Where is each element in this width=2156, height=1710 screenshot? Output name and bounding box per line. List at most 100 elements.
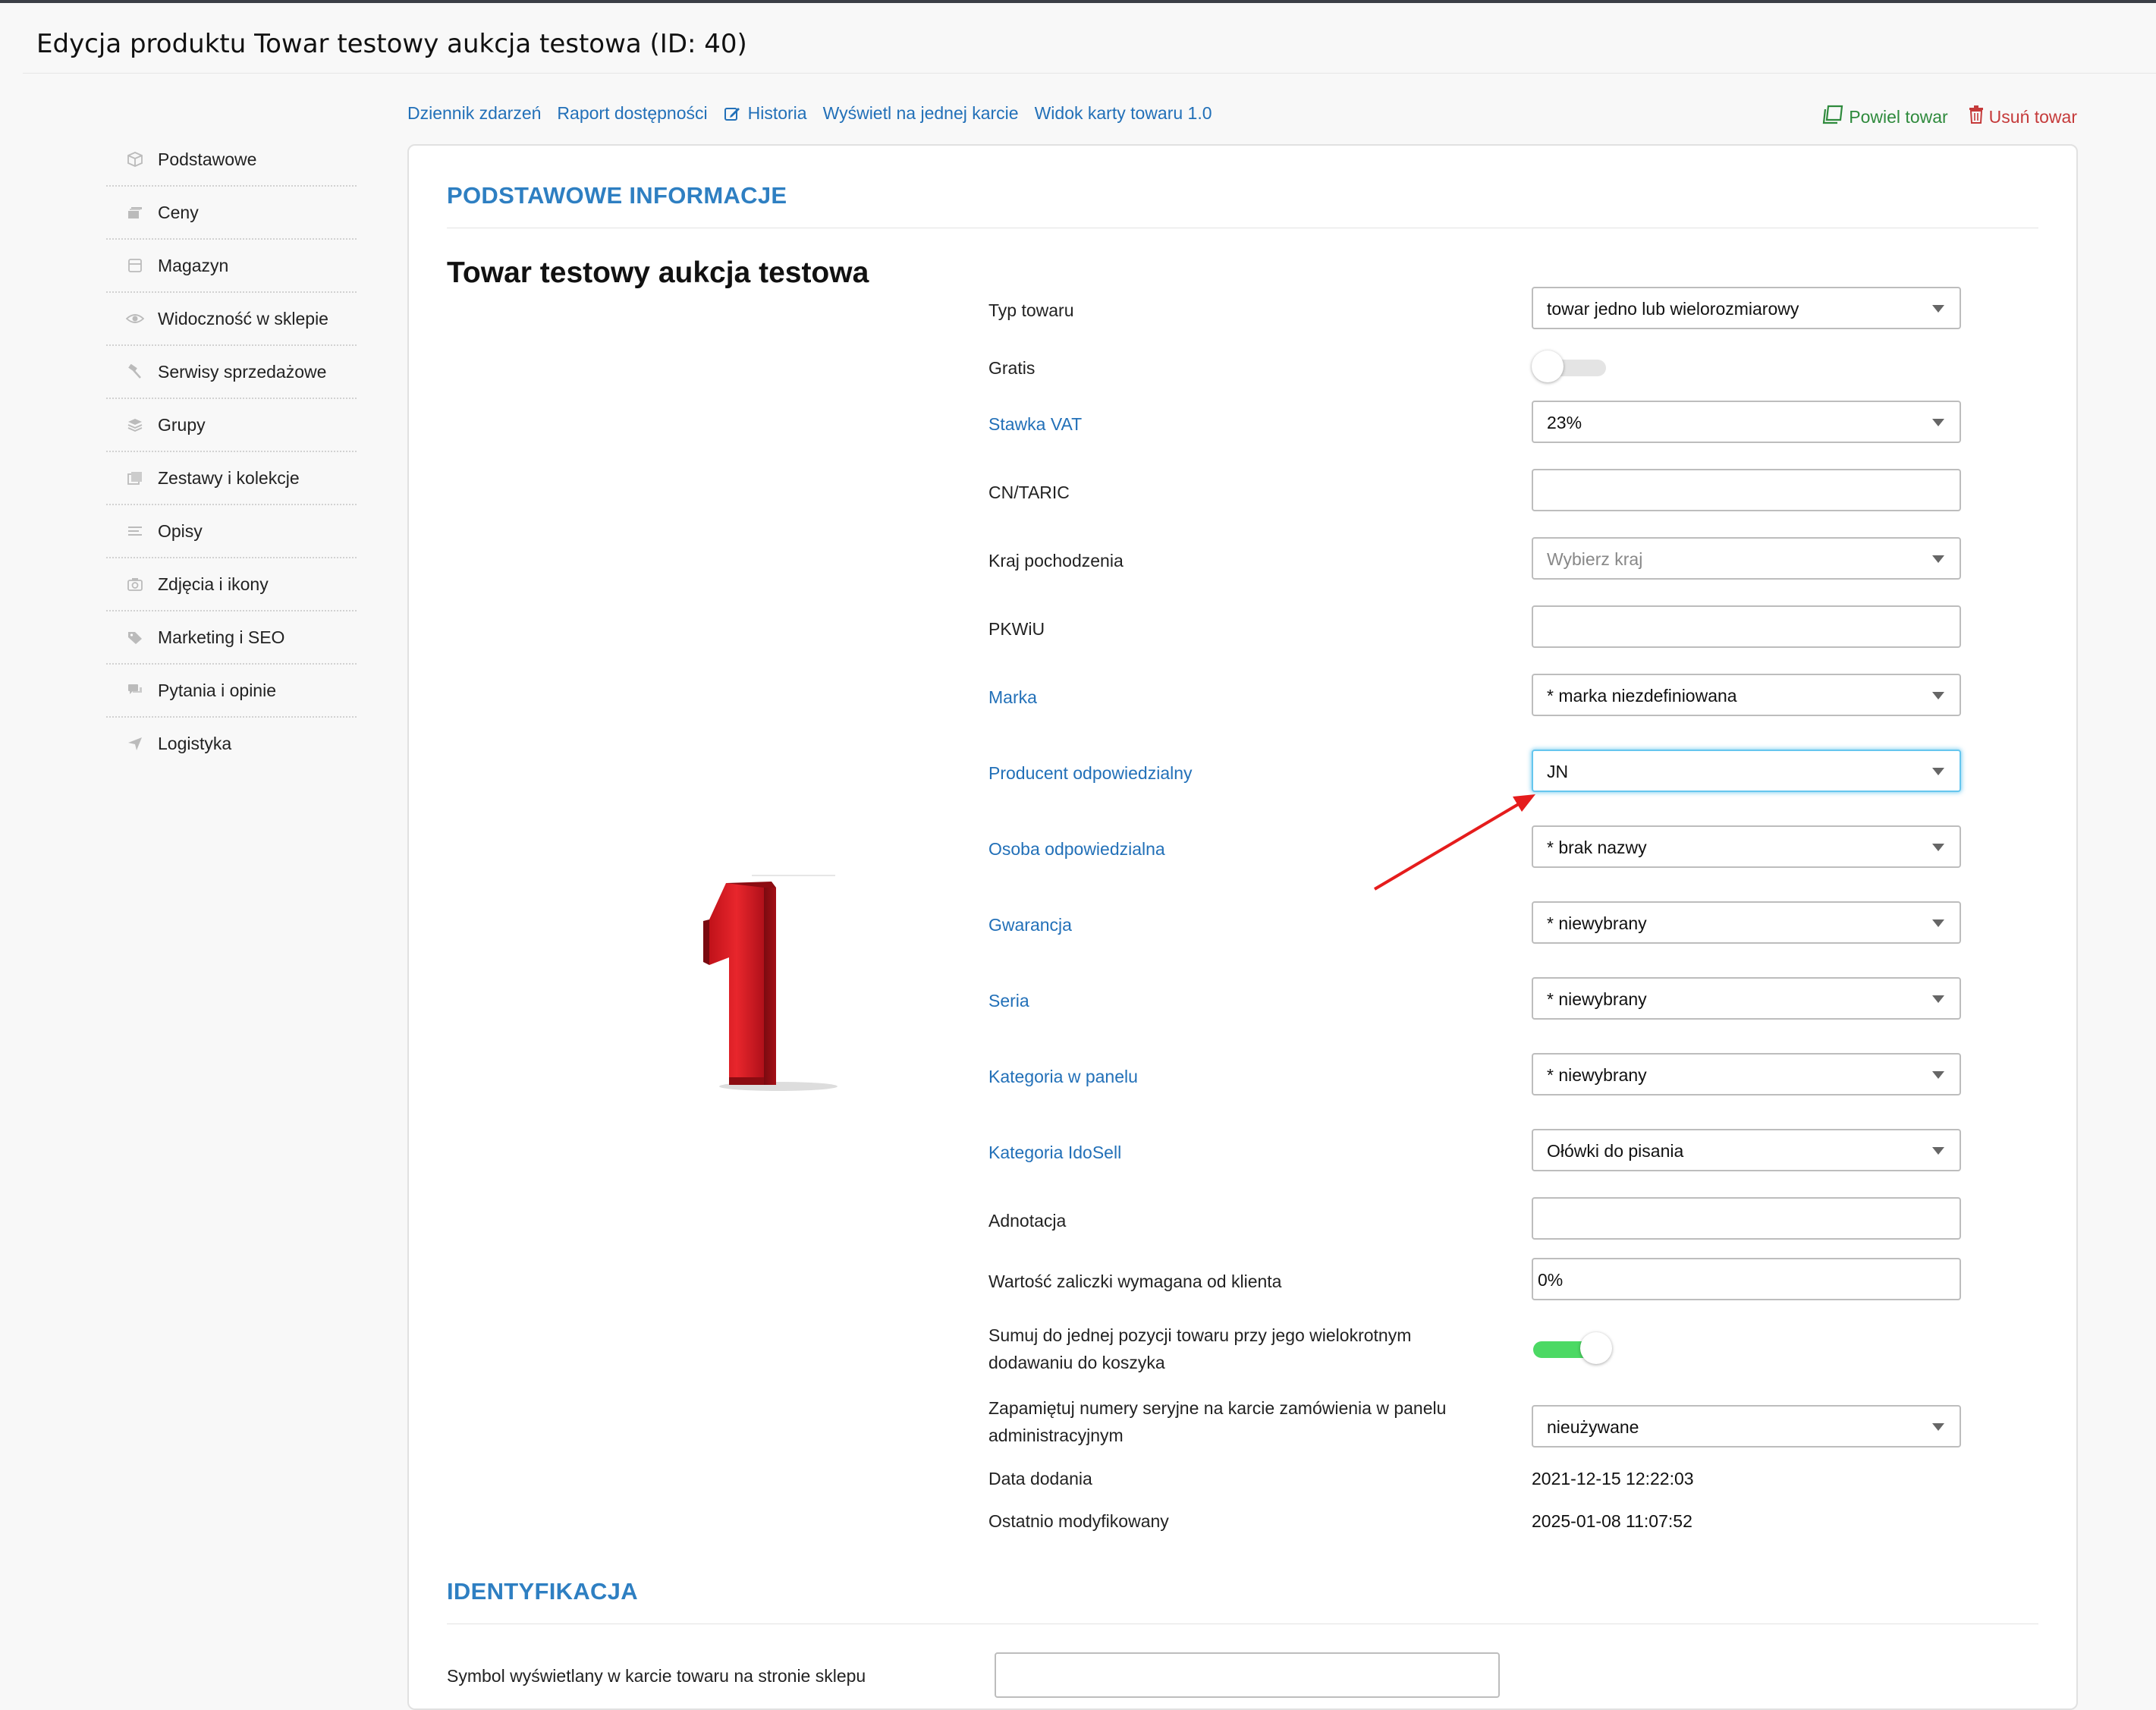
pkwiu-input[interactable]: [1532, 605, 1961, 648]
last-modified-value: 2025-01-08 11:07:52: [1532, 1511, 1692, 1531]
panel-category-value: * niewybrany: [1547, 1065, 1647, 1085]
prices-icon: [124, 204, 146, 221]
label-cn-taric: CN/TARIC: [988, 483, 1070, 502]
label-gratis: Gratis: [988, 358, 1036, 378]
top-border: [0, 0, 2156, 3]
label-producer[interactable]: Producent odpowiedzialny: [988, 763, 1193, 784]
edit-icon: [724, 105, 740, 122]
section-title-basic-info: PODSTAWOWE INFORMACJE: [447, 182, 787, 209]
sidebar-item-pytania[interactable]: Pytania i opinie: [106, 665, 357, 718]
warranty-select[interactable]: * niewybrany: [1532, 901, 1961, 944]
label-symbol: Symbol wyświetlany w karcie towaru na st…: [447, 1666, 866, 1686]
sidebar-item-label: Logistyka: [158, 733, 232, 753]
delete-product-label: Usuń towar: [1988, 106, 2077, 127]
sets-icon: [124, 470, 146, 486]
vat-value: 23%: [1547, 413, 1582, 432]
origin-country-select[interactable]: Wybierz kraj: [1532, 537, 1961, 580]
clone-product-button[interactable]: Powiel towar: [1821, 105, 1948, 129]
gratis-toggle[interactable]: [1532, 350, 1615, 384]
sidebar-item-label: Magazyn: [158, 255, 229, 275]
series-select[interactable]: * niewybrany: [1532, 977, 1961, 1020]
delete-product-button[interactable]: Usuń towar: [1968, 105, 2077, 129]
sidebar-item-label: Widoczność w sklepie: [158, 308, 328, 328]
panel-category-select[interactable]: * niewybrany: [1532, 1053, 1961, 1095]
sidebar-item-label: Pytania i opinie: [158, 680, 276, 700]
label-brand[interactable]: Marka: [988, 687, 1037, 708]
responsible-person-value: * brak nazwy: [1547, 838, 1647, 857]
label-serial-numbers: Zapamiętuj numery seryjne na karcie zamó…: [988, 1394, 1446, 1449]
product-image: [615, 715, 888, 1109]
symbol-input[interactable]: [995, 1652, 1500, 1698]
tab-card-view[interactable]: Widok karty towaru 1.0: [1035, 103, 1212, 124]
tab-history[interactable]: Historia: [724, 103, 807, 124]
tab-availability-report[interactable]: Raport dostępności: [557, 103, 707, 124]
section-title-identification: IDENTYFIKACJA: [447, 1578, 638, 1605]
annotation-input[interactable]: [1532, 1197, 1961, 1240]
brand-value: * marka niezdefiniowana: [1547, 686, 1737, 706]
label-serial-numbers-line2: administracyjnym: [988, 1426, 1124, 1445]
sidebar-item-podstawowe[interactable]: Podstawowe: [106, 134, 357, 187]
idosell-category-select[interactable]: Ołówki do pisania: [1532, 1129, 1961, 1171]
sidebar-item-label: Zdjęcia i ikony: [158, 574, 269, 594]
producer-select[interactable]: JN: [1532, 750, 1961, 792]
sidebar-item-logistyka[interactable]: Logistyka: [106, 718, 357, 769]
vat-select[interactable]: 23%: [1532, 401, 1961, 443]
deposit-value: 0%: [1538, 1270, 1564, 1290]
brand-select[interactable]: * marka niezdefiniowana: [1532, 674, 1961, 716]
label-vat[interactable]: Stawka VAT: [988, 414, 1082, 435]
tab-event-log[interactable]: Dziennik zdarzeń: [407, 103, 541, 124]
product-actions: Powiel towar Usuń towar: [1802, 105, 2077, 129]
label-series[interactable]: Seria: [988, 991, 1029, 1011]
idosell-category-value: Ołówki do pisania: [1547, 1141, 1684, 1161]
sidebar-item-magazyn[interactable]: Magazyn: [106, 240, 357, 293]
origin-country-placeholder: Wybierz kraj: [1547, 549, 1643, 569]
trash-icon: [1968, 105, 1989, 129]
sidebar-item-zdjecia[interactable]: Zdjęcia i ikony: [106, 558, 357, 611]
gratis-toggle-knob: [1532, 350, 1564, 382]
sum-cart-toggle-knob: [1580, 1332, 1612, 1364]
camera-icon: [124, 576, 146, 593]
sidebar-item-label: Grupy: [158, 414, 206, 435]
label-responsible-person[interactable]: Osoba odpowiedzialna: [988, 839, 1165, 860]
serial-numbers-select[interactable]: nieużywane: [1532, 1405, 1961, 1448]
tag-icon: [124, 629, 146, 646]
title-divider: [23, 73, 2156, 74]
clone-product-label: Powiel towar: [1849, 106, 1948, 127]
responsible-person-select[interactable]: * brak nazwy: [1532, 825, 1961, 868]
text-lines-icon: [124, 523, 146, 539]
warehouse-icon: [124, 257, 146, 274]
sidebar-item-label: Marketing i SEO: [158, 627, 285, 647]
cn-taric-input[interactable]: [1532, 469, 1961, 511]
label-sum-cart-line1: Sumuj do jednej pozycji towaru przy jego…: [988, 1325, 1412, 1345]
sidebar-item-widocznosc[interactable]: Widoczność w sklepie: [106, 293, 357, 346]
sidebar-item-marketing[interactable]: Marketing i SEO: [106, 611, 357, 665]
label-deposit: Wartość zaliczki wymagana od klienta: [988, 1271, 1282, 1291]
label-idosell-category[interactable]: Kategoria IdoSell: [988, 1143, 1121, 1163]
producer-value: JN: [1547, 762, 1569, 781]
sum-cart-toggle[interactable]: [1532, 1332, 1615, 1366]
label-date-added: Data dodania: [988, 1469, 1092, 1488]
product-name: Towar testowy aukcja testowa: [447, 256, 869, 289]
label-panel-category[interactable]: Kategoria w panelu: [988, 1067, 1138, 1087]
sidebar-item-serwisy[interactable]: Serwisy sprzedażowe: [106, 346, 357, 399]
sidebar-item-label: Serwisy sprzedażowe: [158, 361, 327, 382]
label-product-type: Typ towaru: [988, 300, 1074, 320]
sidebar-item-label: Opisy: [158, 520, 203, 541]
page-title: Edycja produktu Towar testowy aukcja tes…: [36, 29, 747, 59]
sidebar: Podstawowe Ceny Magazyn Widoczność w skl…: [106, 134, 357, 769]
product-type-select[interactable]: towar jedno lub wielorozmiarowy: [1532, 287, 1961, 329]
label-annotation: Adnotacja: [988, 1211, 1067, 1231]
sidebar-item-zestawy[interactable]: Zestawy i kolekcje: [106, 452, 357, 505]
sidebar-item-ceny[interactable]: Ceny: [106, 187, 357, 240]
label-sum-cart-line2: dodawaniu do koszyka: [988, 1353, 1165, 1372]
product-form-card: PODSTAWOWE INFORMACJE Towar testowy aukc…: [407, 144, 2078, 1710]
series-value: * niewybrany: [1547, 989, 1647, 1009]
sidebar-item-label: Zestawy i kolekcje: [158, 467, 300, 488]
warranty-value: * niewybrany: [1547, 913, 1647, 933]
send-icon: [124, 735, 146, 752]
sidebar-item-opisy[interactable]: Opisy: [106, 505, 357, 558]
sidebar-item-grupy[interactable]: Grupy: [106, 399, 357, 452]
deposit-input[interactable]: 0%: [1532, 1258, 1961, 1300]
tab-single-card[interactable]: Wyświetl na jednej karcie: [823, 103, 1019, 124]
label-warranty[interactable]: Gwarancja: [988, 915, 1072, 935]
